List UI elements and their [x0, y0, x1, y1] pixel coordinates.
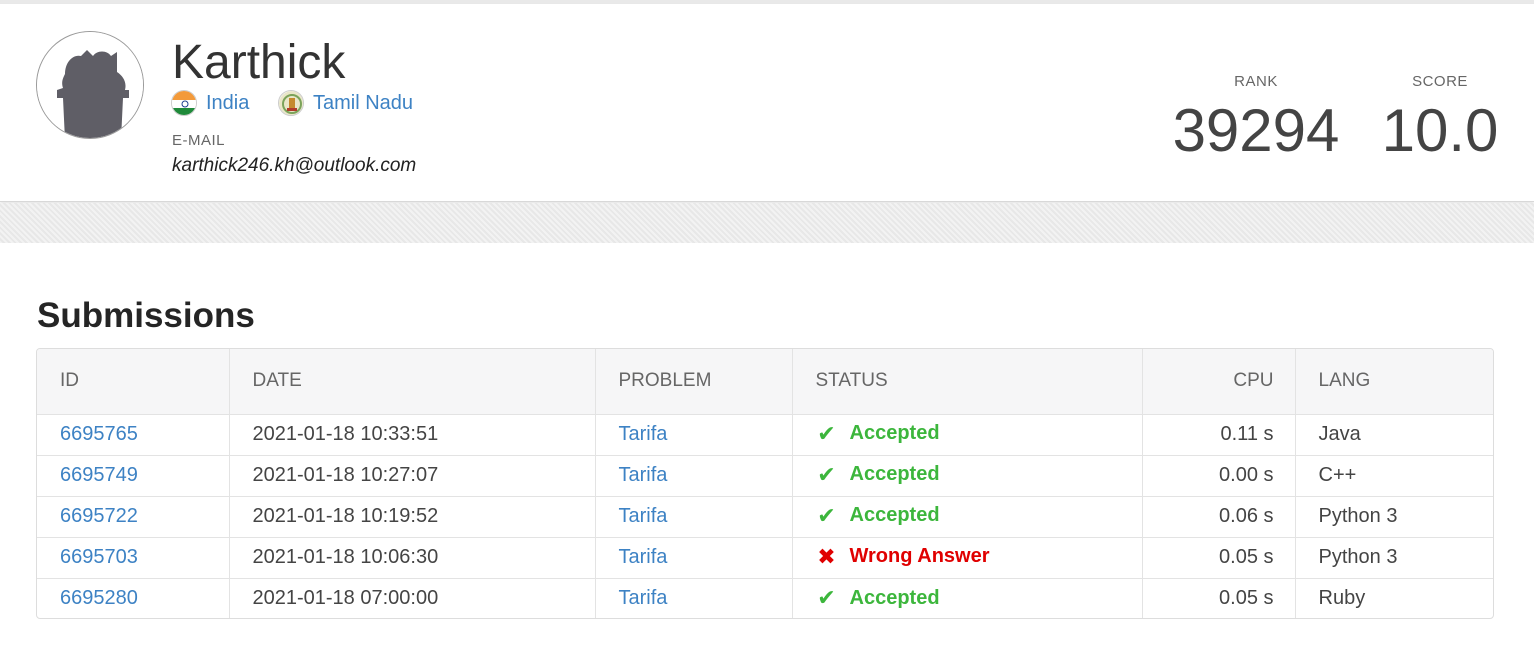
email-value: karthick246.kh@outlook.com	[172, 155, 417, 176]
problem-link[interactable]: Tarifa	[619, 587, 668, 609]
email-label: E-MAIL	[172, 132, 226, 149]
submission-id-link[interactable]: 6695722	[60, 505, 138, 527]
submission-id-link[interactable]: 6695749	[60, 464, 138, 486]
avatar	[36, 31, 144, 139]
submissions-table: ID DATE PROBLEM STATUS CPU LANG 6695765 …	[36, 348, 1494, 619]
status-accepted: ✔ Accepted	[816, 502, 940, 528]
score-value: 10.0	[1381, 97, 1499, 164]
problem-link[interactable]: Tarifa	[619, 546, 668, 568]
submission-id-link[interactable]: 6695703	[60, 546, 138, 568]
problem-link[interactable]: Tarifa	[619, 505, 668, 527]
submission-date: 2021-01-18 10:27:07	[229, 455, 596, 497]
score-label: SCORE	[1412, 73, 1468, 90]
submission-date: 2021-01-18 10:33:51	[229, 414, 596, 456]
table-row: 6695703 2021-01-18 10:06:30 Tarifa ✖ Wron…	[37, 537, 1493, 579]
region-link[interactable]: Tamil Nadu	[278, 90, 413, 116]
check-icon: ✔	[817, 585, 836, 610]
status-label: Accepted	[849, 422, 940, 445]
table-row: 6695722 2021-01-18 10:19:52 Tarifa ✔ Acce…	[37, 496, 1493, 538]
status-label: Wrong Answer	[849, 545, 990, 568]
cpu-time: 0.05 s	[1142, 578, 1296, 618]
header-lang: LANG	[1295, 349, 1493, 415]
status-accepted: ✔ Accepted	[816, 461, 940, 487]
check-icon: ✔	[817, 420, 836, 446]
status-wrong-answer: ✖ Wrong Answer	[816, 543, 990, 569]
cpu-time: 0.11 s	[1142, 414, 1296, 456]
submissions-title: Submissions	[37, 296, 255, 335]
region-label: Tamil Nadu	[313, 91, 414, 114]
status-accepted: ✔ Accepted	[816, 585, 940, 610]
header-problem: PROBLEM	[595, 349, 793, 415]
cpu-time: 0.05 s	[1142, 537, 1296, 579]
submission-id-link[interactable]: 6695280	[60, 587, 138, 609]
check-icon: ✔	[817, 461, 836, 487]
tamil-nadu-emblem-icon	[278, 90, 304, 116]
language: Ruby	[1318, 587, 1366, 610]
language: Python 3	[1295, 496, 1493, 538]
user-silhouette-icon	[37, 32, 143, 138]
header-id: ID	[37, 349, 230, 415]
country-link[interactable]: India	[171, 90, 249, 116]
rank-value: 39294	[1172, 97, 1340, 164]
profile-name: Karthick	[172, 36, 346, 89]
table-row: 6695280 2021-01-18 07:00:00 Tarifa ✔ Acce…	[37, 578, 1493, 618]
cpu-time: 0.06 s	[1142, 496, 1296, 538]
section-divider-band	[0, 203, 1534, 243]
header-status: STATUS	[792, 349, 1143, 415]
status-accepted: ✔ Accepted	[816, 420, 940, 446]
submission-date: 2021-01-18 10:19:52	[229, 496, 596, 538]
table-row: 6695749 2021-01-18 10:27:07 Tarifa ✔ Acce…	[37, 455, 1493, 497]
profile-card: Karthick India Tamil Nadu E-MAIL karthic…	[0, 4, 1534, 202]
submission-id-link[interactable]: 6695765	[60, 423, 138, 445]
cpu-time: 0.00 s	[1142, 455, 1296, 497]
submission-date: 2021-01-18 07:00:00	[229, 578, 596, 618]
cross-icon: ✖	[817, 543, 836, 569]
header-cpu: CPU	[1142, 349, 1296, 415]
header-date: DATE	[229, 349, 596, 415]
check-icon: ✔	[817, 502, 836, 528]
india-flag-icon	[171, 90, 197, 116]
status-label: Accepted	[849, 586, 940, 609]
language: Java	[1295, 414, 1493, 456]
problem-link[interactable]: Tarifa	[619, 423, 668, 445]
table-row: 6695765 2021-01-18 10:33:51 Tarifa ✔ Acce…	[37, 414, 1493, 456]
table-header-row: ID DATE PROBLEM STATUS CPU LANG	[37, 349, 1493, 415]
submission-date: 2021-01-18 10:06:30	[229, 537, 596, 579]
problem-link[interactable]: Tarifa	[619, 464, 668, 486]
rank-label: RANK	[1234, 73, 1278, 90]
status-label: Accepted	[849, 463, 940, 486]
status-label: Accepted	[849, 504, 940, 527]
language: Python 3	[1295, 537, 1493, 579]
country-label: India	[206, 91, 250, 114]
language: C++	[1295, 455, 1493, 497]
